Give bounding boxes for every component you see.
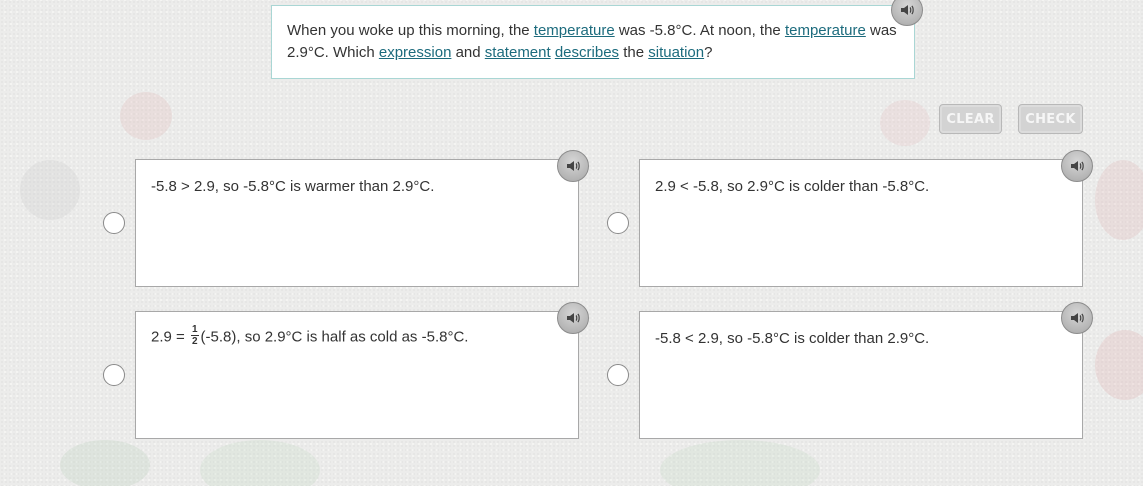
option-a-radio[interactable] [103, 212, 125, 234]
question-prompt: When you woke up this morning, the tempe… [271, 5, 915, 79]
background-decoration [60, 440, 150, 486]
fraction-denominator: 2 [191, 336, 198, 347]
option-text-prefix: 2.9 = [151, 328, 189, 346]
option-d-audio-button[interactable] [1061, 302, 1093, 334]
background-decoration [660, 440, 820, 486]
question-text: When you woke up this morning, the [287, 22, 534, 39]
speaker-icon [567, 161, 580, 171]
check-button[interactable]: CHECK [1018, 104, 1083, 134]
option-c-radio[interactable] [103, 364, 125, 386]
option-a-audio-button[interactable] [557, 150, 589, 182]
speaker-icon [1071, 313, 1084, 323]
option-text: -5.8 > 2.9, so -5.8°C is warmer than 2.9… [151, 178, 435, 195]
speaker-icon [901, 5, 914, 15]
question-text: the [619, 44, 649, 61]
answer-option-b[interactable]: 2.9 < -5.8, so 2.9°C is colder than -5.8… [639, 159, 1083, 287]
option-text: 2.9 < -5.8, so 2.9°C is colder than -5.8… [655, 178, 930, 195]
answer-option-d[interactable]: -5.8 < 2.9, so -5.8°C is colder than 2.9… [639, 311, 1083, 439]
answer-option-a[interactable]: -5.8 > 2.9, so -5.8°C is warmer than 2.9… [135, 159, 579, 287]
background-decoration [1095, 330, 1143, 400]
fraction-numerator: 1 [190, 324, 199, 336]
question-text: ? [704, 44, 713, 61]
question-audio-button[interactable] [891, 0, 923, 26]
background-decoration [20, 160, 80, 220]
glossary-link-situation[interactable]: situation [648, 44, 704, 61]
background-decoration [200, 440, 320, 486]
speaker-icon [567, 313, 580, 323]
clear-button[interactable]: CLEAR [939, 104, 1002, 134]
option-b-audio-button[interactable] [1061, 150, 1093, 182]
fraction-one-half: 12 [190, 324, 199, 347]
answer-option-c[interactable]: 2.9 = 1 2 (-5.8), so 2.9°C is half as cold… [135, 311, 579, 439]
glossary-link-describes[interactable]: describes [555, 44, 619, 61]
option-text-suffix: (-5.8), so 2.9°C is half as cold as -5.8… [200, 328, 469, 346]
glossary-link-temperature[interactable]: temperature [534, 22, 615, 39]
option-text: -5.8 < 2.9, so -5.8°C is colder than 2.9… [655, 330, 930, 347]
question-text: and [451, 44, 485, 61]
background-decoration [880, 100, 930, 146]
speaker-icon [1071, 161, 1084, 171]
option-b-radio[interactable] [607, 212, 629, 234]
option-d-radio[interactable] [607, 364, 629, 386]
background-decoration [120, 92, 172, 140]
background-decoration [1095, 160, 1143, 240]
option-c-audio-button[interactable] [557, 302, 589, 334]
glossary-link-expression[interactable]: expression [379, 44, 452, 61]
glossary-link-statement[interactable]: statement [485, 44, 551, 61]
question-text: was -5.8°C. At noon, the [614, 22, 785, 39]
glossary-link-temperature[interactable]: temperature [785, 22, 866, 39]
